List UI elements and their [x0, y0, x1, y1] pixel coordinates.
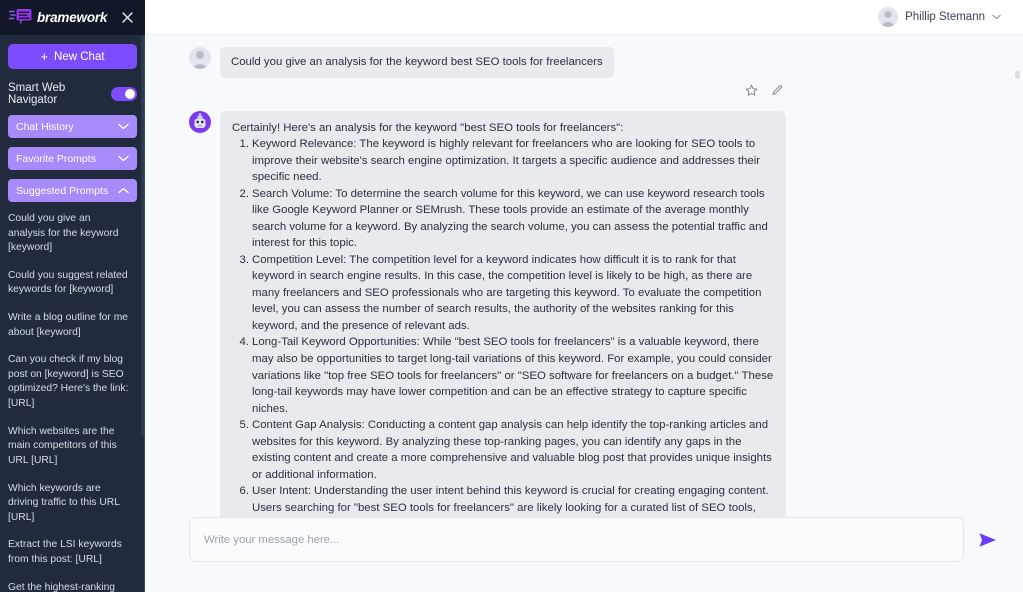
conversation: Could you give an analysis for the keywo… [145, 35, 1023, 517]
assistant-list-item: 6. User Intent: Understanding the user in… [232, 483, 774, 517]
section-suggested-prompts[interactable]: Suggested Prompts [8, 179, 137, 202]
chevron-down-icon [992, 14, 1001, 20]
smart-web-navigator-label: Smart Web Navigator [8, 82, 66, 106]
list-number: 6. [239, 485, 250, 498]
user-message-text: Could you give an analysis for the keywo… [220, 47, 614, 78]
avatar-body [192, 64, 208, 69]
section-favorite-prompts[interactable]: Favorite Prompts [8, 147, 137, 170]
toggle-knob [125, 89, 135, 99]
top-bar: Phillip Stemann [145, 0, 1023, 35]
avatar-head [884, 11, 892, 18]
assistant-intro: Certainly! Here's an analysis for the ke… [232, 121, 624, 134]
assistant-list-item: 1. Keyword Relevance: The keyword is high… [232, 136, 774, 186]
smart-web-navigator-row: Smart Web Navigator [8, 82, 137, 106]
brand-logo[interactable]: bramework [9, 8, 119, 27]
list-text: Keyword Relevance: The keyword is highly… [252, 138, 761, 184]
suggested-prompt-item[interactable]: Get the highest-ranking search results f… [8, 581, 133, 592]
robot-avatar-icon [189, 110, 211, 133]
assistant-list: 1. Keyword Relevance: The keyword is high… [232, 136, 774, 517]
sidebar: bramework + New Chat Smart Web Navigator [0, 0, 145, 592]
sidebar-body: + New Chat Smart Web Navigator Chat Hist… [0, 35, 145, 592]
list-text: Content Gap Analysis: Conducting a conte… [252, 419, 772, 481]
main-scrollbar[interactable] [1015, 71, 1020, 79]
suggested-prompt-item[interactable]: Which websites are the main competitors … [8, 425, 133, 469]
suggested-prompt-item[interactable]: Which keywords are driving traffic to th… [8, 482, 133, 526]
main-area: Phillip Stemann Could you give an analys… [145, 0, 1023, 592]
list-text: Search Volume: To determine the search v… [252, 187, 768, 250]
robot-avatar-glyph [189, 110, 211, 133]
send-button[interactable] [977, 530, 999, 550]
list-number: 5. [239, 419, 250, 432]
send-icon [979, 532, 996, 547]
user-name: Phillip Stemann [905, 11, 985, 23]
pencil-icon[interactable] [771, 84, 784, 97]
app-root: bramework + New Chat Smart Web Navigator [0, 0, 1023, 592]
list-number: 2. [239, 187, 250, 200]
chevron-up-icon [118, 187, 129, 194]
list-text: Competition Level: The competition level… [252, 253, 762, 332]
assistant-list-item: 4. Long-Tail Keyword Opportunities: While… [232, 334, 774, 417]
avatar-head [196, 51, 204, 59]
avatar-icon [189, 47, 211, 69]
list-number: 4. [239, 336, 250, 349]
message-input-wrapper[interactable] [189, 517, 964, 562]
list-text: Long-Tail Keyword Opportunities: While "… [252, 336, 774, 415]
chevron-down-icon [118, 123, 129, 130]
suggested-prompt-item[interactable]: Write a blog outline for me about [keywo… [8, 311, 133, 340]
smart-web-navigator-toggle[interactable] [111, 87, 137, 101]
speech-bubble-logo-icon [9, 9, 32, 25]
assistant-message-text: Certainly! Here's an analysis for the ke… [220, 110, 786, 517]
message-assistant: Certainly! Here's an analysis for the ke… [145, 110, 999, 517]
new-chat-button[interactable]: + New Chat [8, 44, 137, 69]
section-label: Suggested Prompts [16, 184, 109, 197]
suggested-prompt-item[interactable]: Can you check if my blog post on [keywor… [8, 353, 133, 411]
message-input[interactable] [204, 533, 949, 546]
assistant-list-item: 2. Search Volume: To determine the search… [232, 186, 774, 252]
suggested-prompt-item[interactable]: Could you suggest related keywords for [… [8, 269, 133, 298]
list-number: 3. [239, 253, 250, 266]
sidebar-scrollbar[interactable] [141, 36, 144, 436]
close-icon[interactable] [119, 10, 135, 26]
user-menu[interactable]: Phillip Stemann [878, 7, 1001, 27]
sidebar-header: bramework [0, 0, 145, 35]
list-text: User Intent: Understanding the user inte… [252, 485, 769, 514]
suggested-prompt-item[interactable]: Could you give an analysis for the keywo… [8, 212, 133, 256]
star-icon[interactable] [745, 84, 758, 97]
section-label: Favorite Prompts [16, 152, 96, 165]
brand-name: bramework [37, 10, 108, 25]
suggested-prompts-list: Could you give an analysis for the keywo… [8, 212, 137, 592]
new-chat-label: New Chat [54, 50, 105, 63]
message-body: Could you give an analysis for the keywo… [220, 47, 786, 97]
plus-icon: + [40, 49, 49, 64]
chevron-down-icon [118, 155, 129, 162]
section-chat-history[interactable]: Chat History [8, 115, 137, 138]
user-message-actions [220, 84, 786, 97]
message-user: Could you give an analysis for the keywo… [145, 47, 999, 97]
message-body: Certainly! Here's an analysis for the ke… [220, 110, 786, 517]
list-number: 1. [239, 138, 250, 151]
composer [145, 517, 1023, 592]
close-glyph [121, 12, 133, 23]
avatar-body [881, 22, 896, 27]
avatar-icon [878, 7, 899, 27]
section-label: Chat History [16, 120, 74, 133]
suggested-prompt-item[interactable]: Extract the LSI keywords from this post:… [8, 538, 133, 567]
assistant-list-item: 5. Content Gap Analysis: Conducting a con… [232, 417, 774, 483]
assistant-list-item: 3. Competition Level: The competition lev… [232, 252, 774, 335]
